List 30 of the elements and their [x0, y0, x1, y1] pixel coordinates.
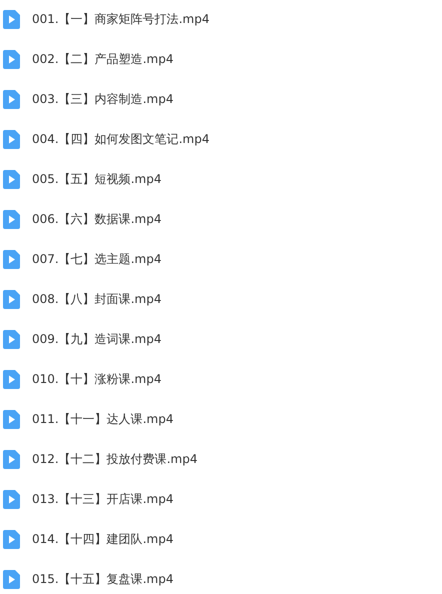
file-name[interactable]: 011.【十一】达人课.mp4 [32, 410, 174, 428]
video-file-icon [3, 50, 20, 68]
file-name[interactable]: 010.【十】涨粉课.mp4 [32, 370, 162, 388]
file-name[interactable]: 005.【五】短视频.mp4 [32, 170, 162, 188]
file-name[interactable]: 015.【十五】复盘课.mp4 [32, 570, 174, 588]
video-file-icon [3, 530, 20, 548]
video-file-icon [3, 290, 20, 308]
video-file-icon [3, 450, 20, 468]
file-name[interactable]: 003.【三】内容制造.mp4 [32, 90, 174, 108]
video-file-icon [3, 210, 20, 228]
file-name[interactable]: 012.【十二】投放付费课.mp4 [32, 450, 198, 468]
video-file-icon [3, 410, 20, 428]
file-name[interactable]: 013.【十三】开店课.mp4 [32, 490, 174, 508]
file-name[interactable]: 014.【十四】建团队.mp4 [32, 530, 174, 548]
file-name[interactable]: 006.【六】数据课.mp4 [32, 210, 162, 228]
file-name[interactable]: 007.【七】选主题.mp4 [32, 250, 162, 268]
video-file-icon [3, 330, 20, 348]
video-file-icon [3, 250, 20, 268]
file-name[interactable]: 002.【二】产品塑造.mp4 [32, 50, 174, 68]
video-file-icon [3, 10, 20, 28]
video-file-icon [3, 490, 20, 508]
video-file-icon [3, 370, 20, 388]
video-file-icon [3, 170, 20, 188]
video-file-icon [3, 570, 20, 588]
file-name[interactable]: 009.【九】造词课.mp4 [32, 330, 162, 348]
file-name[interactable]: 004.【四】如何发图文笔记.mp4 [32, 130, 210, 148]
file-name[interactable]: 008.【八】封面课.mp4 [32, 290, 162, 308]
video-file-icon [3, 130, 20, 148]
file-name[interactable]: 001.【一】商家矩阵号打法.mp4 [32, 10, 210, 28]
video-file-icon [3, 90, 20, 108]
